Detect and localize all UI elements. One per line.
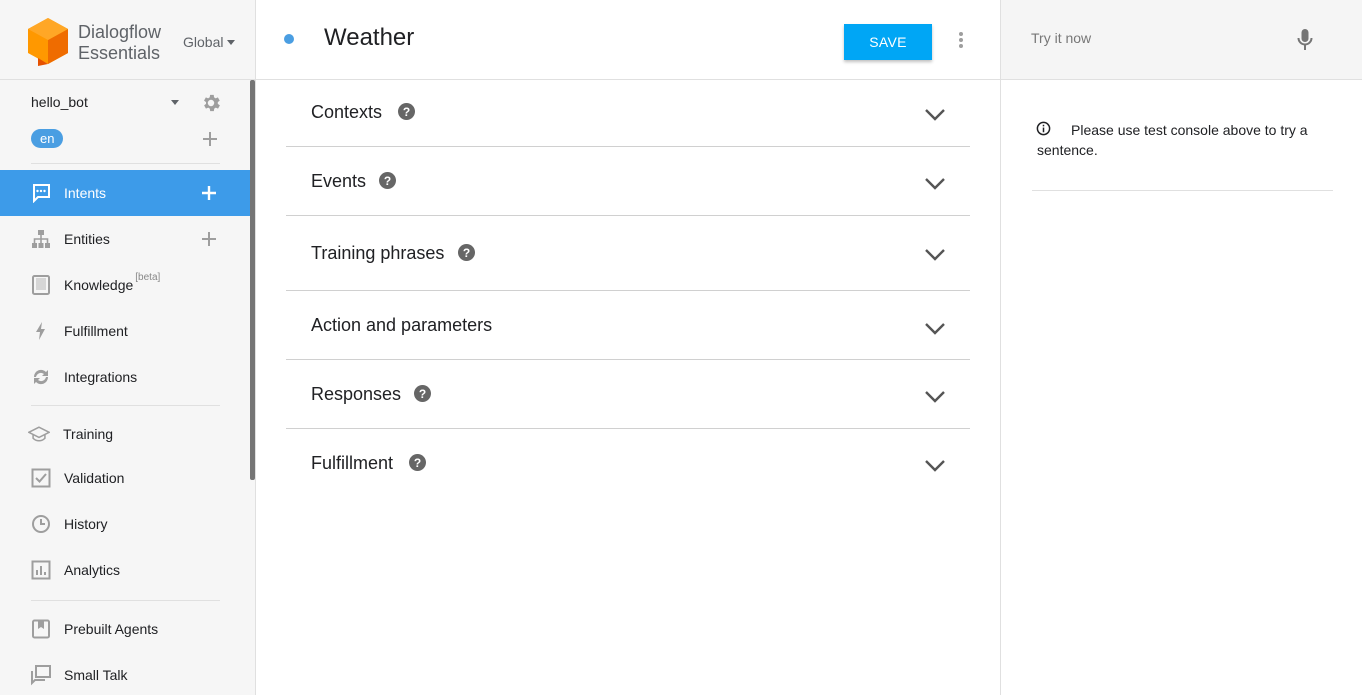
microphone-icon[interactable] (1297, 28, 1313, 52)
sidebar-item-analytics[interactable]: Analytics (0, 547, 250, 593)
sidebar-item-fulfillment[interactable]: Fulfillment (0, 308, 250, 354)
sidebar-divider (31, 405, 220, 406)
sidebar-item-label: Entities (64, 231, 110, 247)
chat-copy-icon (30, 664, 52, 686)
section-title: Contexts (311, 102, 383, 122)
help-icon[interactable]: ? (398, 103, 415, 120)
section-training-phrases[interactable]: Training phrases ? (286, 216, 970, 291)
chevron-down-icon[interactable] (924, 248, 946, 262)
bolt-icon (30, 320, 52, 342)
product-name-line2: Essentials (78, 43, 161, 63)
sidebar-item-label: Validation (64, 470, 125, 486)
sidebar-divider (31, 163, 220, 164)
sidebar-item-training[interactable]: Training (0, 411, 250, 457)
chevron-down-icon (227, 39, 236, 45)
sidebar-item-history[interactable]: History (0, 501, 250, 547)
agent-dropdown-icon[interactable] (171, 100, 179, 105)
sidebar-item-label: Training (63, 426, 114, 442)
section-title: Fulfillment (311, 453, 394, 473)
section-action-and-parameters[interactable]: Action and parameters (286, 291, 970, 360)
section-title: Responses (311, 384, 402, 404)
school-icon (28, 423, 50, 445)
sidebar-item-intents[interactable]: Intents (0, 170, 250, 216)
bookmark-icon (30, 618, 52, 640)
chevron-down-icon[interactable] (924, 459, 946, 473)
sidebar-item-small-talk[interactable]: Small Talk (0, 652, 250, 698)
sync-icon (30, 366, 52, 388)
help-icon[interactable]: ? (458, 244, 475, 261)
help-icon[interactable]: ? (379, 172, 396, 189)
more-vert-icon[interactable] (956, 30, 966, 50)
hierarchy-icon (30, 228, 52, 250)
chevron-down-icon[interactable] (924, 322, 946, 336)
product-name-line1: Dialogflow (78, 22, 162, 42)
add-entity-icon[interactable] (201, 231, 217, 247)
dialogflow-logo-icon (28, 18, 68, 66)
chevron-down-icon[interactable] (924, 390, 946, 404)
brand-header: Dialogflow Essentials Global (0, 0, 255, 80)
save-button[interactable]: SAVE (844, 24, 932, 60)
gear-icon[interactable] (200, 92, 222, 114)
region-selector[interactable]: Global (183, 34, 236, 50)
beta-badge: [beta] (135, 272, 161, 283)
section-events[interactable]: Events ? (286, 147, 970, 216)
sidebar-item-label: Knowledge [beta] (64, 272, 160, 293)
sidebar-item-entities[interactable]: Entities (0, 216, 250, 262)
sidebar-item-label: Integrations (64, 369, 138, 385)
add-language-icon[interactable] (202, 131, 218, 147)
clock-icon (30, 513, 52, 535)
sidebar-item-label: Intents (64, 185, 107, 201)
language-chip[interactable]: en (31, 129, 64, 148)
agent-name[interactable]: hello_bot (31, 94, 88, 110)
intent-status-dot (284, 34, 294, 44)
intent-header: Weather SAVE (256, 0, 1000, 80)
section-fulfillment[interactable]: Fulfillment ? (286, 429, 970, 498)
add-intent-icon[interactable] (201, 185, 217, 201)
test-console-hint: Please use test console above to try a s… (1037, 122, 1308, 158)
region-label: Global (183, 34, 224, 50)
product-name: Dialogflow Essentials (78, 22, 161, 64)
section-title: Events (311, 171, 367, 191)
help-icon[interactable]: ? (414, 385, 431, 402)
sidebar-item-label: History (64, 516, 108, 532)
sidebar-divider (31, 600, 220, 601)
intent-title[interactable]: Weather (324, 24, 414, 52)
chevron-down-icon[interactable] (924, 177, 946, 191)
sidebar-item-validation[interactable]: Validation (0, 455, 250, 501)
hint-divider (1032, 190, 1333, 191)
sidebar-item-knowledge[interactable]: Knowledge [beta] (0, 262, 250, 308)
sidebar-item-label: Analytics (64, 562, 121, 578)
sidebar-item-integrations[interactable]: Integrations (0, 354, 250, 400)
section-contexts[interactable]: Contexts ? (286, 80, 970, 147)
sidebar-item-label: Fulfillment (64, 323, 128, 339)
test-console-panel: Please use test console above to try a s… (1000, 0, 1362, 695)
book-icon (30, 274, 52, 296)
knowledge-label: Knowledge (64, 277, 134, 293)
section-responses[interactable]: Responses ? (286, 360, 970, 429)
sidebar-item-label: Small Talk (64, 667, 128, 683)
sidebar-item-prebuilt-agents[interactable]: Prebuilt Agents (0, 606, 250, 652)
section-title: Training phrases (311, 243, 445, 263)
try-it-now-input[interactable] (1031, 30, 1281, 46)
sidebar: Dialogflow Essentials Global hello_bot e… (0, 0, 256, 695)
sidebar-scrollbar[interactable] (250, 80, 255, 480)
section-title: Action and parameters (311, 315, 493, 335)
chevron-down-icon[interactable] (924, 108, 946, 122)
sidebar-item-label: Prebuilt Agents (64, 621, 159, 637)
test-console-bar (1001, 0, 1362, 80)
chat-bubble-icon (30, 182, 52, 204)
check-box-icon (30, 467, 52, 489)
help-icon[interactable]: ? (409, 454, 426, 471)
bar-chart-icon (30, 559, 52, 581)
